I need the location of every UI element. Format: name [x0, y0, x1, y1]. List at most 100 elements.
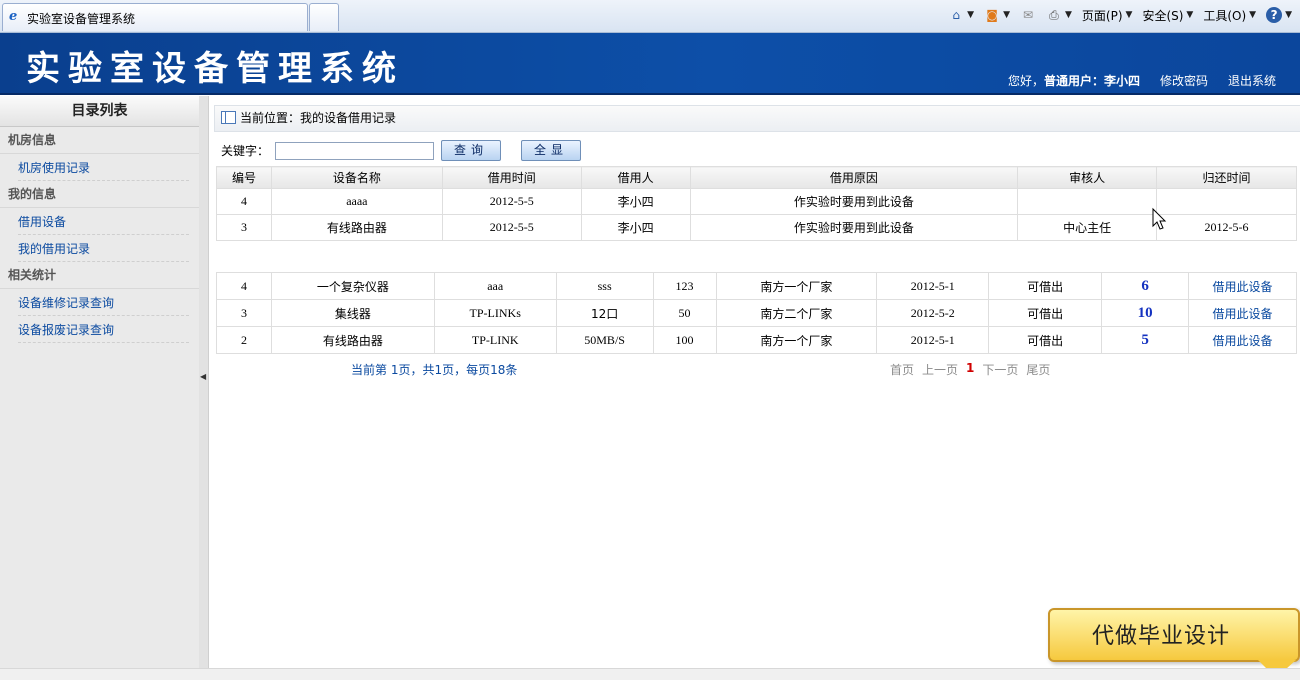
- safety-menu[interactable]: 安全(S) ▼: [1142, 7, 1193, 24]
- table-row: 3 集线器 TP-LINKs 12口 50 南方二个厂家 2012-5-2 可借…: [216, 299, 1297, 327]
- available-count: 10: [1101, 299, 1190, 327]
- mouse-cursor-icon: [1152, 207, 1167, 230]
- printer-icon: ⎙: [1049, 8, 1059, 22]
- sidebar-group-stats[interactable]: 相关统计: [0, 262, 199, 289]
- sidebar-item-borrow-device[interactable]: 借用设备: [18, 208, 189, 235]
- borrow-device-link[interactable]: 借用此设备: [1188, 272, 1297, 300]
- user-bar: 您好，普通用户：李小四 修改密码 退出系统: [1008, 72, 1276, 89]
- table-cell: 有线路由器: [270, 326, 435, 354]
- chevron-down-icon: ▼: [1003, 10, 1010, 20]
- table-cell: 有线路由器: [270, 214, 443, 241]
- table-cell: 123: [652, 272, 717, 300]
- change-password-link[interactable]: 修改密码: [1160, 72, 1208, 89]
- table-cell: 4: [216, 188, 272, 215]
- table-cell: 可借出: [988, 326, 1103, 354]
- keyword-input[interactable]: [275, 141, 435, 160]
- table-cell: 中心主任: [1017, 214, 1158, 241]
- next-page-link[interactable]: 下一页: [982, 361, 1018, 378]
- tools-menu[interactable]: 工具(O) ▼: [1203, 7, 1256, 24]
- new-tab-button[interactable]: [309, 3, 339, 31]
- table-cell: 集线器: [270, 299, 435, 327]
- table-row: 3 有线路由器 2012-5-5 李小四 作实验时要用到此设备 中心主任 201…: [216, 214, 1297, 241]
- keyword-label: 关键字：: [221, 144, 270, 158]
- available-count: 6: [1101, 272, 1190, 300]
- column-header: 归还时间: [1156, 166, 1297, 189]
- chevron-down-icon: ▼: [1125, 10, 1133, 20]
- table-cell: 2012-5-5: [441, 214, 582, 241]
- table-cell: 4: [216, 272, 272, 300]
- sidebar-item-scrap-records[interactable]: 设备报废记录查询: [18, 316, 189, 343]
- borrow-device-link[interactable]: 借用此设备: [1188, 326, 1297, 354]
- site-logo: 实验室设备管理系统: [26, 49, 404, 89]
- tools-menu-label: 工具(O): [1203, 8, 1247, 23]
- browser-tab-title: 实验室设备管理系统: [27, 12, 136, 26]
- column-header: 编号: [216, 166, 272, 189]
- chevron-down-icon: ▼: [1249, 10, 1257, 20]
- user-name: 普通用户：李小四: [1043, 74, 1140, 88]
- rss-icon: ◙: [986, 8, 998, 22]
- table-cell: 作实验时要用到此设备: [689, 188, 1019, 215]
- page-menu-label: 页面(P): [1081, 8, 1123, 23]
- column-header: 借用时间: [441, 166, 582, 189]
- table-cell: 3: [216, 299, 272, 327]
- collapse-arrow-icon[interactable]: ◀: [200, 372, 206, 381]
- sidebar-item-repair-records[interactable]: 设备维修记录查询: [18, 289, 189, 316]
- table-header-row: 编号 设备名称 借用时间 借用人 借用原因 审核人 归还时间: [216, 166, 1297, 189]
- breadcrumb: 当前位置：我的设备借用记录: [214, 105, 1300, 132]
- sidebar-group-my-info[interactable]: 我的信息: [0, 181, 199, 208]
- breadcrumb-text: 当前位置：我的设备借用记录: [240, 111, 397, 125]
- print-button[interactable]: ⎙ ▼: [1046, 7, 1072, 23]
- chevron-down-icon: ▼: [1285, 10, 1292, 20]
- help-menu[interactable]: ? ▼: [1266, 7, 1292, 23]
- browser-tab[interactable]: e 实验室设备管理系统: [2, 3, 308, 31]
- sidebar-splitter[interactable]: ◀: [199, 96, 209, 668]
- page-menu[interactable]: 页面(P) ▼: [1082, 7, 1133, 24]
- pager: 首页 上一页 1 下一页 尾页: [890, 361, 1050, 378]
- table-cell: 2: [216, 326, 272, 354]
- command-bar: ⌂ ▼ ◙ ▼ ✉ ⎙ ▼ 页面(P) ▼ 安全(S) ▼ 工具(O) ▼ ? ▼: [948, 5, 1292, 25]
- table-cell: 50: [652, 299, 717, 327]
- table-cell: 南方一个厂家: [715, 326, 878, 354]
- table-cell: 100: [652, 326, 717, 354]
- greeting-text: 您好，: [1007, 74, 1044, 88]
- table-cell: 南方一个厂家: [715, 272, 878, 300]
- last-page-link[interactable]: 尾页: [1026, 361, 1050, 378]
- promo-badge[interactable]: 代做毕业设计: [1048, 608, 1300, 678]
- chevron-down-icon: ▼: [1064, 10, 1072, 20]
- table-cell: 2012-5-6: [1156, 214, 1297, 241]
- query-button[interactable]: 查询: [441, 140, 502, 161]
- table-cell: sss: [555, 272, 654, 300]
- table-cell: [1156, 188, 1297, 215]
- user-greeting: 您好，普通用户：李小四: [1008, 72, 1140, 89]
- sidebar: 目录列表 机房信息 机房使用记录 我的信息 借用设备 我的借用记录 相关统计 设…: [0, 96, 200, 668]
- table-cell: 南方二个厂家: [715, 299, 878, 327]
- promo-text: 代做毕业设计: [1092, 624, 1231, 649]
- logout-link[interactable]: 退出系统: [1228, 72, 1276, 89]
- feeds-button[interactable]: ◙ ▼: [984, 7, 1010, 23]
- table-cell: 一个复杂仪器: [270, 272, 435, 300]
- table-cell: TP-LINKs: [433, 299, 557, 327]
- chevron-down-icon: ▼: [967, 10, 975, 20]
- table-cell: [1017, 188, 1158, 215]
- table-cell: 作实验时要用到此设备: [689, 214, 1019, 241]
- table-row: 2 有线路由器 TP-LINK 50MB/S 100 南方一个厂家 2012-5…: [216, 326, 1297, 354]
- site-header: 实验室设备管理系统 您好，普通用户：李小四 修改密码 退出系统: [0, 33, 1300, 95]
- prev-page-link[interactable]: 上一页: [922, 361, 958, 378]
- browser-toolbar: e 实验室设备管理系统 ⌂ ▼ ◙ ▼ ✉ ⎙ ▼ 页面(P) ▼ 安全(S) ▼ 工具(…: [0, 0, 1300, 33]
- sidebar-group-room[interactable]: 机房信息: [0, 127, 199, 154]
- table-cell: 2012-5-2: [876, 299, 990, 327]
- status-strip: [0, 668, 1300, 680]
- borrow-device-link[interactable]: 借用此设备: [1188, 299, 1297, 327]
- sidebar-item-my-borrow-records[interactable]: 我的借用记录: [18, 235, 189, 262]
- mail-button[interactable]: ✉: [1020, 7, 1036, 23]
- show-all-button[interactable]: 全显: [521, 140, 582, 161]
- current-page: 1: [966, 361, 975, 375]
- first-page-link[interactable]: 首页: [890, 361, 914, 378]
- sidebar-item-room-usage[interactable]: 机房使用记录: [18, 154, 189, 181]
- ie-icon: e: [9, 9, 18, 24]
- home-button[interactable]: ⌂ ▼: [948, 7, 974, 23]
- main-content: 当前位置：我的设备借用记录 关键字： 查询 全显 编号 设备名称 借用时间 借用…: [209, 96, 1300, 668]
- help-icon: ?: [1266, 7, 1283, 23]
- table-cell: 3: [216, 214, 272, 241]
- column-header: 设备名称: [270, 166, 443, 189]
